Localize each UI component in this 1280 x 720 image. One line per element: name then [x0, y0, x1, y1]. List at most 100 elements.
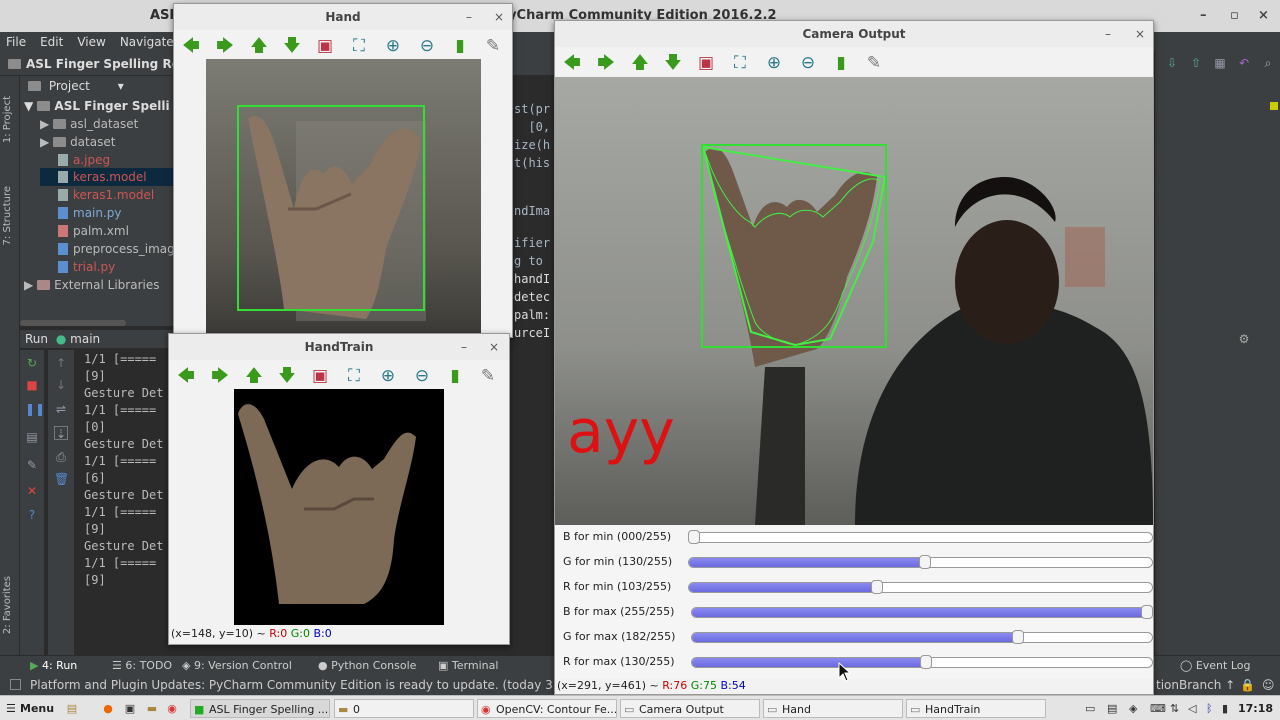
arrow-right-icon[interactable]: 🡆 [214, 36, 236, 56]
minimize-icon[interactable]: – [461, 334, 467, 360]
taskbar-window-hand[interactable]: ▭ Hand [763, 699, 903, 718]
slider-track[interactable] [691, 607, 1153, 618]
notification-icon[interactable]: ☺ [1262, 675, 1275, 695]
menu-file[interactable]: File [6, 32, 26, 52]
tab-structure[interactable]: 7: Structure [2, 186, 13, 245]
tree-item[interactable]: ▶ asl_dataset [40, 115, 138, 133]
slider-track[interactable] [688, 532, 1153, 543]
minimize-icon[interactable]: – [1200, 0, 1207, 32]
stop-icon[interactable]: ■ [25, 378, 39, 392]
arrow-up-icon[interactable]: 🡅 [629, 53, 651, 73]
close-icon[interactable]: × [1258, 0, 1269, 32]
tray-network-icon[interactable]: ⇅ [1170, 699, 1190, 718]
gear-icon[interactable]: ⚙ [1237, 332, 1251, 346]
taskbar-window-folder[interactable]: ▬ 0 [334, 699, 474, 718]
project-breadcrumb[interactable]: ASL Finger Spelling Re [26, 57, 180, 71]
slider-handle[interactable] [918, 555, 931, 569]
taskbar-window-chrome[interactable]: ◉ OpenCV: Contour Fe... [477, 699, 617, 718]
zoom-fit-icon[interactable]: ⛶ [343, 366, 365, 386]
arrow-left-icon[interactable]: 🡄 [561, 53, 583, 73]
start-menu-button[interactable]: ☰ Menu [2, 699, 54, 718]
tab-run[interactable]: ▶ 4: Run [30, 656, 77, 676]
slider-track[interactable] [688, 582, 1153, 593]
close-icon[interactable]: × [489, 334, 499, 360]
zoom-out-icon[interactable]: ⊖ [416, 36, 438, 56]
image-icon[interactable]: ▣ [695, 53, 717, 73]
properties-icon[interactable]: ✎ [477, 366, 499, 386]
tab-version-control[interactable]: ◈ 9: Version Control [182, 656, 292, 676]
triangle-down-icon[interactable]: ▼ [24, 99, 33, 113]
properties-icon[interactable]: ✎ [863, 53, 885, 73]
close-icon[interactable]: × [494, 4, 504, 30]
terminal-launcher-icon[interactable]: ▣ [120, 699, 140, 718]
zoom-out-icon[interactable]: ⊖ [411, 366, 433, 386]
files-launcher-icon[interactable]: ▤ [62, 699, 82, 718]
soft-wrap-icon[interactable]: ⇌ [54, 402, 68, 416]
tree-item[interactable]: ▼ ASL Finger Spelli [24, 97, 170, 115]
trash-icon[interactable]: 🗑 [54, 472, 69, 486]
arrow-up-icon[interactable]: ↑ [54, 356, 68, 370]
zoom-in-icon[interactable]: ⊕ [377, 366, 399, 386]
undo-icon[interactable]: ↶ [1237, 56, 1251, 70]
save-icon[interactable]: ▮ [444, 366, 466, 386]
tab-favorites[interactable]: 2: Favorites [2, 576, 13, 634]
vcs-update-icon[interactable]: ⇩ [1165, 56, 1179, 70]
zoom-fit-icon[interactable]: ⛶ [348, 36, 370, 56]
chrome-launcher-icon[interactable]: ◉ [162, 699, 182, 718]
minimize-icon[interactable]: – [466, 4, 472, 30]
slider-handle[interactable] [920, 655, 933, 669]
slider-handle[interactable] [1141, 605, 1153, 619]
zoom-fit-icon[interactable]: ⛶ [729, 53, 751, 73]
tab-event-log[interactable]: ◯ Event Log [1180, 656, 1250, 676]
tray-shield-icon[interactable]: ◈ [1129, 699, 1149, 718]
tree-item-selected[interactable]: keras.model [40, 168, 175, 186]
run-config[interactable]: main [70, 332, 100, 346]
code-editor[interactable]: st(pr [0, ize(h t(his ndIma ifier g to h… [510, 76, 560, 356]
pause-icon[interactable]: ❚❚ [25, 402, 45, 416]
arrow-down-icon[interactable]: 🡇 [276, 366, 298, 386]
image-icon[interactable]: ▣ [314, 36, 336, 56]
zoom-in-icon[interactable]: ⊕ [382, 36, 404, 56]
tab-python-console[interactable]: ● Python Console [318, 656, 416, 676]
tree-item[interactable]: ▶ External Libraries [24, 276, 160, 294]
pin-icon[interactable]: ✎ [25, 458, 39, 472]
minimize-icon[interactable]: – [1105, 21, 1111, 47]
chevron-down-icon[interactable]: ▾ [118, 79, 124, 93]
save-icon[interactable]: ▮ [830, 53, 852, 73]
clock[interactable]: 17:18 [1238, 699, 1278, 718]
tab-project[interactable]: 1: Project [2, 96, 13, 143]
tray-clipboard-icon[interactable]: ▤ [1107, 699, 1127, 718]
lock-icon[interactable]: 🔒 [1240, 675, 1255, 695]
rerun-icon[interactable]: ↻ [25, 356, 39, 370]
menu-view[interactable]: View [77, 32, 105, 52]
tree-item[interactable]: palm.xml [58, 222, 129, 240]
tab-terminal[interactable]: ▣ Terminal [438, 656, 498, 676]
tab-todo[interactable]: ☰ 6: TODO [112, 656, 172, 676]
slider-track[interactable] [691, 632, 1153, 643]
arrow-right-icon[interactable]: 🡆 [209, 366, 231, 386]
taskbar-window-handtrain[interactable]: ▭ HandTrain [906, 699, 1046, 718]
arrow-left-icon[interactable]: 🡄 [175, 366, 197, 386]
scroll-to-end-icon[interactable]: ⇣ [54, 426, 68, 441]
properties-icon[interactable]: ✎ [482, 36, 504, 56]
vcs-commit-icon[interactable]: ⇧ [1189, 56, 1203, 70]
taskbar-window-pycharm[interactable]: ■ ASL Finger Spelling ... [190, 699, 330, 718]
layout-icon[interactable]: ▤ [25, 430, 39, 444]
zoom-in-icon[interactable]: ⊕ [763, 53, 785, 73]
console-output[interactable]: 1/1 [===== [9] Gesture Det 1/1 [===== [0… [76, 350, 176, 655]
menu-navigate[interactable]: Navigate [120, 32, 174, 52]
search-icon[interactable]: ⌕ [1261, 56, 1275, 70]
arrow-left-icon[interactable]: 🡄 [180, 36, 202, 56]
arrow-down-icon[interactable]: ↓ [54, 378, 68, 392]
tree-item[interactable]: main.py [58, 204, 122, 222]
help-icon[interactable]: ? [25, 508, 39, 522]
project-panel-header[interactable]: Project ▾ [20, 76, 180, 96]
horizontal-scrollbar[interactable] [20, 320, 126, 326]
firefox-launcher-icon[interactable]: ● [98, 699, 118, 718]
tree-item[interactable]: trial.py [58, 258, 115, 276]
tree-item[interactable]: ▶ dataset [40, 133, 115, 151]
hand-crop-image[interactable] [206, 59, 481, 337]
handtrain-image[interactable] [234, 389, 444, 625]
close-run-icon[interactable]: ✕ [25, 484, 39, 498]
triangle-right-icon[interactable]: ▶ [24, 278, 33, 292]
